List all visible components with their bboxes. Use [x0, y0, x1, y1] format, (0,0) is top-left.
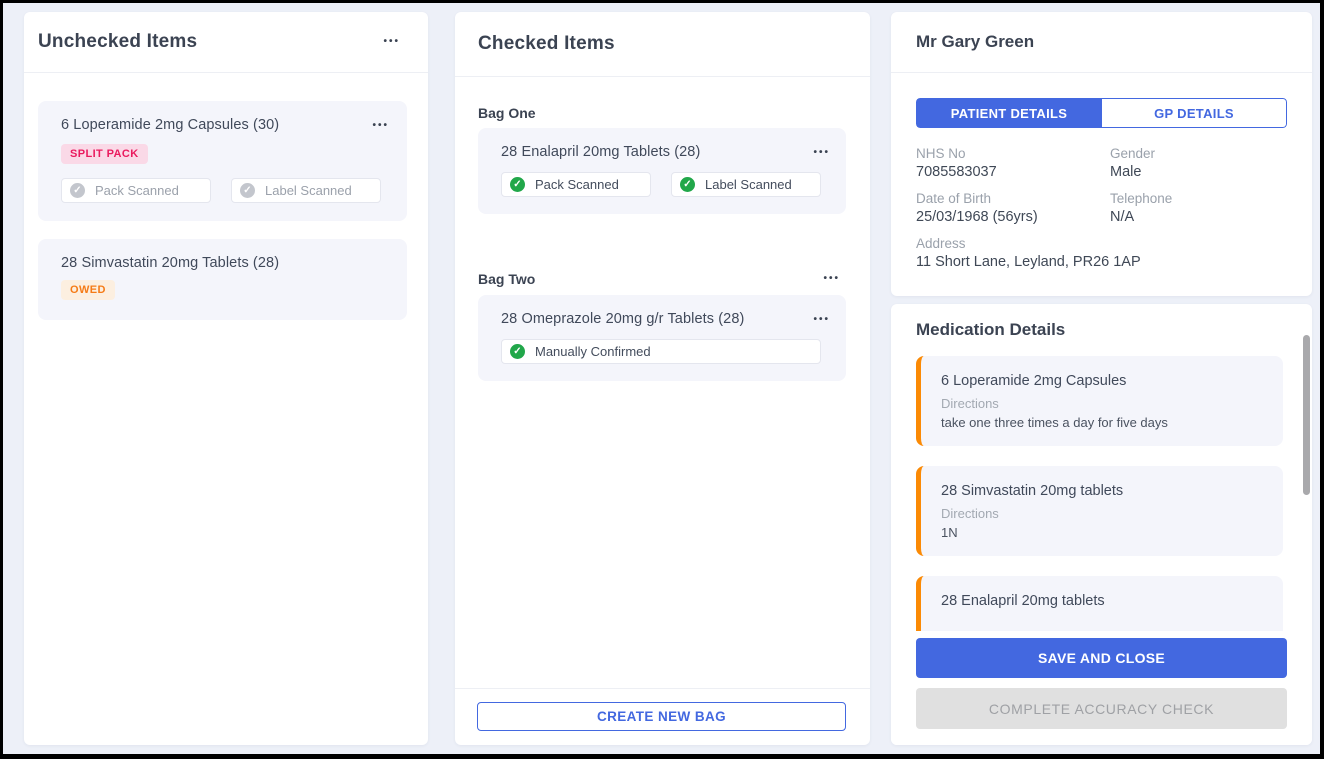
check-icon: ✓ — [70, 183, 85, 198]
app-window: Unchecked Items ••• 6 Loperamide 2mg Cap… — [0, 0, 1324, 759]
patient-fields: NHS No 7085583037 Gender Male Date of Bi… — [916, 146, 1287, 270]
item-menu-icon[interactable]: ••• — [811, 144, 832, 162]
medication-title: Medication Details — [916, 320, 1065, 340]
chip-label: Manually Confirmed — [535, 344, 651, 359]
directions-text: take one three times a day for five days — [941, 415, 1263, 430]
chip-label: Label Scanned — [705, 177, 792, 192]
header-divider — [455, 76, 870, 77]
check-icon: ✓ — [240, 183, 255, 198]
field-value: 25/03/1968 (56yrs) — [916, 209, 1110, 225]
field-label: Date of Birth — [916, 191, 1110, 206]
bag-two-label: Bag Two — [478, 271, 535, 287]
save-and-close-button[interactable]: SAVE AND CLOSE — [916, 638, 1287, 678]
field-value: 7085583037 — [916, 164, 1110, 180]
unchecked-items-menu-icon[interactable]: ••• — [381, 33, 402, 51]
patient-header: Mr Gary Green — [891, 12, 1312, 72]
pack-scanned-chip[interactable]: ✓ Pack Scanned — [61, 178, 211, 203]
medication-item-simvastatin[interactable]: 28 Simvastatin 20mg tablets Directions 1… — [916, 466, 1283, 556]
tab-gp-details[interactable]: GP DETAILS — [1102, 98, 1287, 128]
medication-name: 28 Simvastatin 20mg tablets — [941, 483, 1263, 499]
owed-badge: OWED — [61, 280, 115, 300]
bag-one-label: Bag One — [478, 105, 536, 121]
medication-name: 28 Enalapril 20mg tablets — [941, 593, 1263, 609]
checked-item-enalapril[interactable]: 28 Enalapril 20mg Tablets (28) ••• ✓ Pac… — [478, 128, 846, 214]
bag-two-menu-icon[interactable]: ••• — [821, 270, 842, 288]
unchecked-items-panel: Unchecked Items ••• 6 Loperamide 2mg Cap… — [24, 12, 428, 745]
chip-label: Label Scanned — [265, 183, 352, 198]
field-nhs-no: NHS No 7085583037 — [916, 146, 1110, 180]
header-divider — [891, 72, 1312, 73]
pack-scanned-chip[interactable]: ✓ Pack Scanned — [501, 172, 651, 197]
create-new-bag-button[interactable]: CREATE NEW BAG — [477, 702, 846, 731]
field-label: Address — [916, 236, 1287, 251]
chip-label: Pack Scanned — [95, 183, 179, 198]
bag-two-section: Bag Two ••• 28 Omeprazole 20mg g/r Table… — [455, 270, 870, 381]
unchecked-items-title: Unchecked Items — [38, 31, 197, 53]
scrollbar-thumb[interactable] — [1303, 335, 1310, 495]
footer-divider — [455, 688, 870, 689]
label-scanned-chip[interactable]: ✓ Label Scanned — [231, 178, 381, 203]
checked-items-panel: Checked Items Bag One 28 Enalapril 20mg … — [455, 12, 870, 745]
chip-label: Pack Scanned — [535, 177, 619, 192]
complete-accuracy-check-button[interactable]: COMPLETE ACCURACY CHECK — [916, 688, 1287, 729]
action-footer: SAVE AND CLOSE COMPLETE ACCURACY CHECK — [891, 631, 1312, 745]
unchecked-items-header: Unchecked Items ••• — [24, 12, 428, 72]
field-address: Address 11 Short Lane, Leyland, PR26 1AP — [916, 236, 1287, 270]
item-name: 6 Loperamide 2mg Capsules (30) — [61, 117, 279, 133]
field-label: Telephone — [1110, 191, 1287, 206]
unchecked-items-list: 6 Loperamide 2mg Capsules (30) ••• SPLIT… — [24, 73, 428, 320]
field-value: 11 Short Lane, Leyland, PR26 1AP — [916, 254, 1287, 270]
medication-panel: Medication Details 6 Loperamide 2mg Caps… — [891, 304, 1312, 745]
checked-items-footer: CREATE NEW BAG — [455, 688, 870, 745]
unchecked-item-loperamide[interactable]: 6 Loperamide 2mg Capsules (30) ••• SPLIT… — [38, 101, 407, 221]
item-name: 28 Omeprazole 20mg g/r Tablets (28) — [501, 311, 744, 327]
check-icon: ✓ — [510, 344, 525, 359]
medication-item-loperamide[interactable]: 6 Loperamide 2mg Capsules Directions tak… — [916, 356, 1283, 446]
item-name: 28 Enalapril 20mg Tablets (28) — [501, 144, 700, 160]
split-pack-badge: SPLIT PACK — [61, 144, 148, 164]
checked-item-omeprazole[interactable]: 28 Omeprazole 20mg g/r Tablets (28) ••• … — [478, 295, 846, 381]
field-value: Male — [1110, 164, 1287, 180]
manually-confirmed-chip[interactable]: ✓ Manually Confirmed — [501, 339, 821, 364]
directions-label: Directions — [941, 506, 1263, 521]
item-name: 28 Simvastatin 20mg Tablets (28) — [61, 255, 279, 271]
checked-items-header: Checked Items — [455, 12, 870, 76]
directions-label: Directions — [941, 396, 1263, 411]
bag-one-section: Bag One 28 Enalapril 20mg Tablets (28) •… — [455, 105, 870, 214]
check-icon: ✓ — [680, 177, 695, 192]
field-label: NHS No — [916, 146, 1110, 161]
label-scanned-chip[interactable]: ✓ Label Scanned — [671, 172, 821, 197]
patient-tabs: PATIENT DETAILS GP DETAILS — [916, 98, 1287, 128]
item-menu-icon[interactable]: ••• — [370, 117, 391, 135]
item-menu-icon[interactable]: ••• — [811, 311, 832, 329]
field-label: Gender — [1110, 146, 1287, 161]
patient-panel: Mr Gary Green PATIENT DETAILS GP DETAILS… — [891, 12, 1312, 296]
field-date-of-birth: Date of Birth 25/03/1968 (56yrs) — [916, 191, 1110, 225]
patient-name: Mr Gary Green — [916, 32, 1034, 52]
directions-text: 1N — [941, 525, 1263, 540]
field-gender: Gender Male — [1110, 146, 1287, 180]
check-icon: ✓ — [510, 177, 525, 192]
checked-items-title: Checked Items — [478, 33, 615, 55]
field-value: N/A — [1110, 209, 1287, 225]
field-telephone: Telephone N/A — [1110, 191, 1287, 225]
tab-patient-details[interactable]: PATIENT DETAILS — [916, 98, 1102, 128]
medication-name: 6 Loperamide 2mg Capsules — [941, 373, 1263, 389]
unchecked-item-simvastatin[interactable]: 28 Simvastatin 20mg Tablets (28) OWED — [38, 239, 407, 320]
